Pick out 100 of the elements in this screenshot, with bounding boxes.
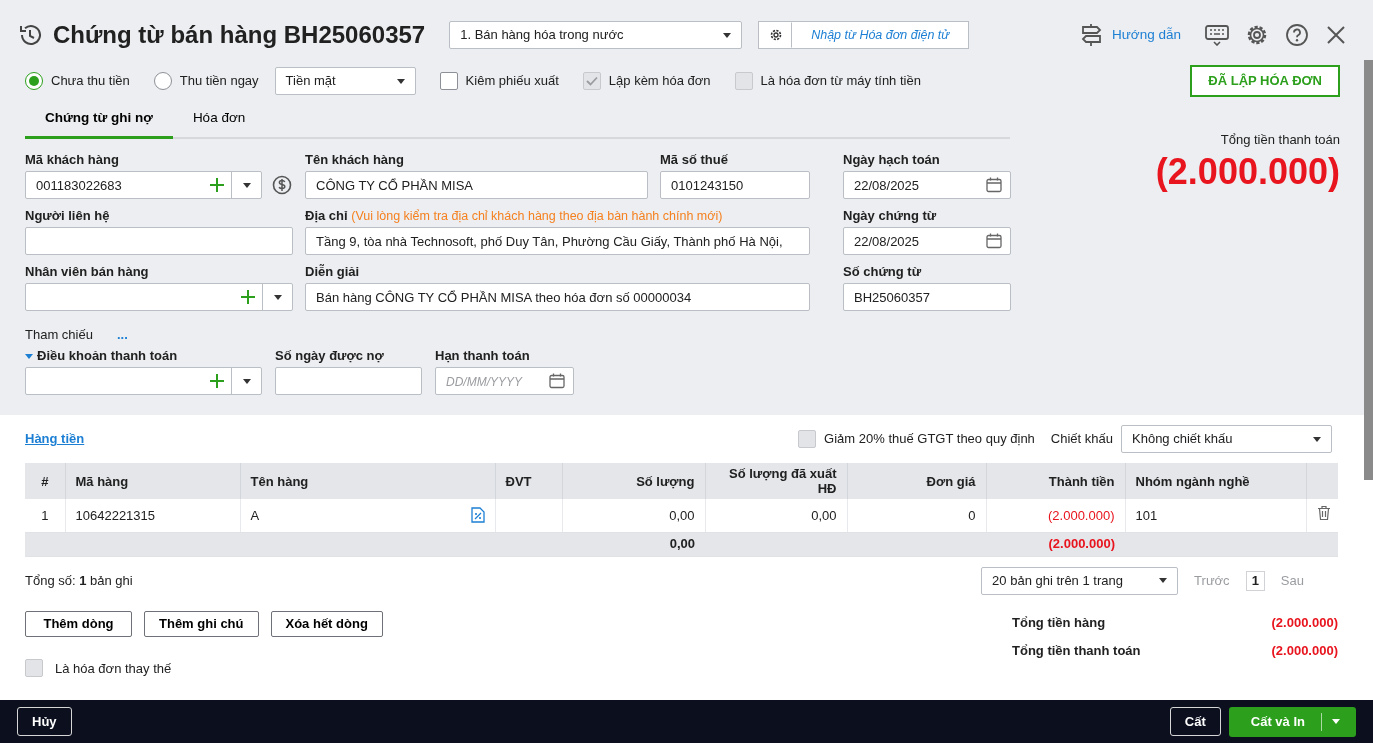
table-cell: 0,00 bbox=[811, 507, 837, 523]
table-cell: 0,00 bbox=[669, 507, 695, 523]
total-label: Tổng tiền thanh toán bbox=[1220, 131, 1340, 149]
check-icon bbox=[585, 76, 598, 86]
total-amount: (2.000.000) bbox=[1155, 149, 1340, 194]
date-field[interactable]: 22/08/2025 bbox=[843, 171, 1011, 200]
payment-method-dropdown[interactable]: Tiền mặt bbox=[274, 67, 416, 95]
total-cell: 0,00 bbox=[669, 536, 695, 552]
field-label: Số chứng từ bbox=[843, 263, 923, 282]
action-button[interactable]: Thêm dòng bbox=[25, 610, 132, 637]
radio-button[interactable] bbox=[153, 72, 172, 90]
field-label: Mã khách hàng bbox=[25, 151, 120, 170]
tab[interactable]: Chứng từ ghi nợ bbox=[25, 102, 173, 140]
input-field[interactable]: 22/08/2025 bbox=[844, 172, 986, 199]
checkbox-label: Giảm 20% thuế GTGT theo quy định bbox=[824, 430, 1035, 449]
scrollbar[interactable] bbox=[1364, 60, 1373, 480]
discount-label: Chiết khấu bbox=[1050, 430, 1113, 449]
input-field[interactable]: Bán hàng CÔNG TY CỔ PHẦN MISA theo hóa đơn số 00000034 bbox=[306, 284, 809, 311]
salesperson-field[interactable] bbox=[25, 283, 293, 312]
page-number[interactable]: 1 bbox=[1245, 570, 1265, 591]
window-title: Chứng từ bán hàng BH25060357 bbox=[53, 20, 426, 50]
field-label: Tên khách hàng bbox=[305, 151, 405, 170]
help-icon[interactable] bbox=[1285, 23, 1309, 47]
field-label: Điều khoản thanh toán bbox=[37, 347, 178, 366]
due-date-field[interactable]: DD/MM/YYYY bbox=[435, 367, 574, 396]
radio-label: Thu tiền ngay bbox=[179, 72, 259, 91]
radio-label: Chưa thu tiền bbox=[51, 72, 130, 91]
trash-icon[interactable] bbox=[1316, 504, 1331, 521]
invoice-status-badge: ĐÃ LẬP HÓA ĐƠN bbox=[1190, 65, 1340, 97]
input-field[interactable]: 22/08/2025 bbox=[844, 228, 986, 255]
column-header: Tên hàng bbox=[240, 463, 495, 499]
calendar-icon[interactable] bbox=[986, 177, 1002, 194]
input-field[interactable]: 001183022683 bbox=[26, 172, 203, 199]
column-header: Thành tiền bbox=[986, 463, 1125, 499]
address-note: (Vui lòng kiểm tra địa chỉ khách hàng theo địa bàn hành chính mới) bbox=[351, 209, 723, 224]
field-label: Hạn thanh toán bbox=[435, 347, 531, 366]
collapse-caret-icon[interactable] bbox=[25, 353, 33, 359]
checkbox-label: Kiêm phiếu xuất bbox=[465, 72, 559, 91]
tab[interactable]: Hóa đơn bbox=[172, 102, 266, 140]
save-button[interactable]: Cất bbox=[1169, 707, 1221, 736]
date-field[interactable]: 22/08/2025 bbox=[843, 227, 1011, 256]
page-size-dropdown[interactable]: 20 bản ghi trên 1 trang bbox=[981, 566, 1179, 595]
summary-label: Tổng tiền thanh toán bbox=[1012, 641, 1141, 660]
keyboard-icon[interactable] bbox=[1205, 24, 1229, 46]
reference-link[interactable]: ... bbox=[116, 324, 128, 344]
checkbox-label: Lập kèm hóa đơn bbox=[608, 72, 711, 91]
caret-icon bbox=[1159, 578, 1168, 583]
dollar-circle-icon[interactable] bbox=[272, 175, 292, 196]
payment-terms-field[interactable] bbox=[25, 367, 262, 396]
field-label: Ngày chứng từ bbox=[843, 207, 938, 226]
checkbox-label: Là hóa đơn thay thế bbox=[55, 659, 172, 678]
caret-icon bbox=[242, 182, 251, 188]
summary-label: Tổng tiền hàng bbox=[1012, 613, 1106, 632]
column-header: Nhóm ngành nghề bbox=[1125, 463, 1306, 499]
close-icon[interactable] bbox=[1325, 24, 1347, 46]
input-field[interactable]: BH25060357 bbox=[844, 284, 1010, 311]
calendar-icon[interactable] bbox=[986, 233, 1002, 250]
summary-value: (2.000.000) bbox=[1271, 641, 1338, 660]
action-button[interactable]: Xóa hết dòng bbox=[270, 610, 383, 637]
field-label: Ngày hạch toán bbox=[843, 151, 941, 170]
column-header: # bbox=[25, 463, 65, 499]
table-cell-text: A bbox=[250, 506, 260, 525]
settings-icon[interactable] bbox=[1245, 23, 1269, 47]
input-field[interactable]: DD/MM/YYYY bbox=[436, 368, 549, 395]
field-label: Diễn giải bbox=[305, 263, 361, 282]
discount-dropdown[interactable]: Không chiết khấu bbox=[1121, 425, 1332, 453]
voucher-type-dropdown[interactable]: 1. Bán hàng hóa trong nước bbox=[449, 21, 743, 49]
caret-icon bbox=[242, 378, 251, 384]
column-header: Số lượng đã xuất HĐ bbox=[705, 463, 847, 499]
table-cell: 101 bbox=[1135, 507, 1158, 523]
calendar-icon[interactable] bbox=[549, 373, 565, 390]
history-icon bbox=[17, 22, 43, 48]
cancel-button[interactable]: Hủy bbox=[17, 707, 72, 736]
action-button[interactable]: Thêm ghi chú bbox=[144, 610, 259, 637]
total-cell: (2.000.000) bbox=[1048, 536, 1115, 552]
input-field[interactable]: 0101243150 bbox=[661, 172, 809, 199]
field-label: Số ngày được nợ bbox=[275, 347, 385, 366]
percent-icon[interactable] bbox=[470, 507, 485, 524]
table-cell: 10642221315 bbox=[75, 507, 156, 523]
checkbox[interactable] bbox=[798, 430, 817, 448]
caret-icon bbox=[723, 32, 732, 38]
input-field[interactable]: CÔNG TY CỔ PHẦN MISA bbox=[306, 172, 647, 199]
help-link[interactable]: Hướng dẫn bbox=[1112, 24, 1181, 46]
table-cell: (2.000.000) bbox=[1048, 507, 1115, 523]
section-link[interactable]: Hàng tiền bbox=[25, 429, 85, 449]
summary-value: (2.000.000) bbox=[1271, 613, 1338, 632]
checkbox[interactable] bbox=[25, 659, 43, 678]
table-cell: 1 bbox=[41, 507, 49, 523]
settings-icon bbox=[768, 28, 783, 42]
radio-button[interactable] bbox=[25, 72, 43, 90]
caret-icon bbox=[1313, 436, 1321, 442]
caret-icon bbox=[396, 78, 405, 84]
column-header: Mã hàng bbox=[65, 463, 240, 499]
input-field[interactable]: Tầng 9, tòa nhà Technosoft, phố Duy Tân, Phường Cầu Giấy, Thành phố Hà Nội, bbox=[306, 228, 809, 255]
field-label: Mã số thuế bbox=[660, 151, 729, 170]
checkbox[interactable] bbox=[439, 72, 458, 90]
caret-icon bbox=[273, 294, 282, 300]
customer-code-field[interactable]: 001183022683 bbox=[25, 171, 262, 200]
checkbox-label: Là hóa đơn từ máy tính tiền bbox=[760, 72, 921, 91]
field-label: Địa chỉ bbox=[305, 208, 348, 224]
